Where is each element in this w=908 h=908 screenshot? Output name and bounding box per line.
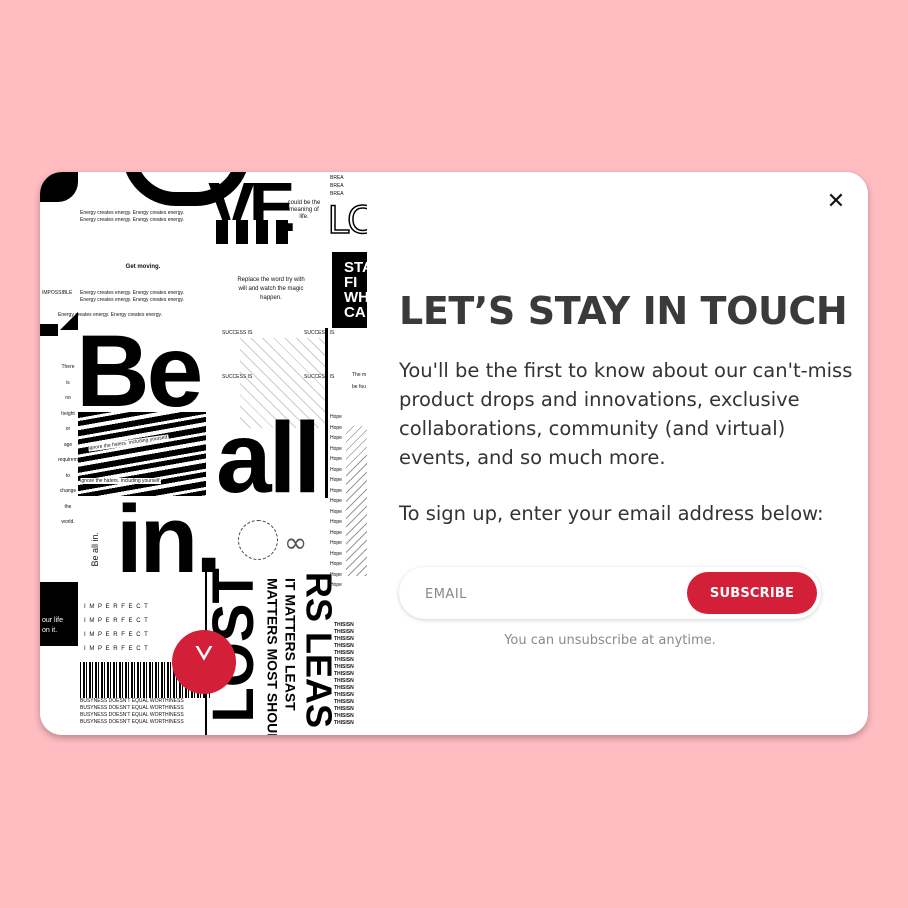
unsubscribe-note: You can unsubscribe at anytime.	[504, 633, 716, 648]
collage-could-be: could be the meaning of life.	[287, 200, 321, 220]
collage-imperfect: I M P E R F E C TI M P E R F E C TI M P …	[84, 604, 149, 652]
collage-your-life-block	[40, 582, 78, 646]
email-input[interactable]	[423, 579, 677, 609]
collage-matters-most: MATTERS MOST SHOULD	[264, 578, 281, 735]
close-button[interactable]: ✕	[824, 190, 848, 214]
signup-instruction: To sign up, enter your email address bel…	[399, 502, 824, 525]
collage-impossible: IMPOSSIBLE	[42, 290, 73, 296]
signup-form: SUBSCRIBE	[399, 567, 821, 619]
collage-energy-text-3: Energy creates energy. Energy creates en…	[80, 290, 185, 296]
collage-matters-least: IT MATTERS LEAST	[282, 578, 299, 711]
collage-rs-least: RS LEAS	[298, 572, 340, 729]
collage-this-is: THISISN THISISN THISISN THISISN THISISN THISI…	[334, 622, 354, 726]
collage-image: VE Energy creates energy. Energy creates…	[40, 172, 367, 735]
collage-black-strip	[40, 324, 58, 336]
collage-be-text: Be	[76, 314, 203, 428]
collage-bars	[216, 220, 288, 244]
collage-ignore-haters: Ignore the haters. Including yourself.	[80, 478, 161, 484]
signup-content: ✕ LET’S STAY IN TOUCH You'll be the firs…	[399, 172, 868, 735]
collage-vertical-words: There is no height or age requirement to change t…	[58, 364, 85, 525]
collage-break-text: BREA BREA BREA	[330, 175, 344, 197]
newsletter-modal: VE Energy creates energy. Energy creates…	[40, 172, 868, 735]
collage-divider-line	[325, 328, 328, 498]
modal-description: You'll be the first to know about our ca…	[399, 359, 853, 469]
collage-be-all-in-small: Be all in.	[90, 532, 100, 567]
collage-success-3: SUCCESS IS	[304, 330, 335, 336]
subscribe-button[interactable]: SUBSCRIBE	[687, 572, 817, 614]
collage-corner-shape	[40, 172, 78, 202]
logo-symbol: ᘁ	[193, 639, 215, 685]
collage-energy-text: Energy creates energy. Energy creates en…	[80, 210, 185, 216]
collage-your-life: our life on it.	[42, 617, 64, 634]
close-icon: ✕	[826, 189, 846, 214]
collage-lo-letters: LO	[327, 198, 367, 242]
collage-hope-lines	[346, 426, 367, 576]
lululemon-logo: ᘁ	[172, 630, 236, 694]
collage-success-1: SUCCESS IS	[222, 330, 253, 336]
collage-get-moving: Get moving.	[125, 264, 161, 270]
collage-infinity: ∞	[284, 526, 308, 559]
collage-hope-column: Hope Hope Hope Hope Hope Hope Hope Hope Hope Hope…	[330, 414, 342, 588]
collage-busyness: BUSYNESS DOESN'T EQUAL WORTHINESS BUSYNES…	[80, 698, 184, 725]
collage-replace-word: Replace the word try with will and watch…	[237, 277, 305, 301]
modal-title: LET’S STAY IN TOUCH	[399, 289, 848, 333]
collage-energy-text-2: Energy creates energy. Energy creates en…	[80, 217, 185, 223]
collage-all-text: all	[216, 402, 321, 514]
collage-energy-text-4: Energy creates energy. Energy creates en…	[80, 297, 185, 303]
collage-infinity-circle	[238, 520, 278, 560]
collage-be-found: The m be fou	[352, 372, 367, 390]
collage-sta-text: STAFIWHICA	[344, 259, 367, 321]
